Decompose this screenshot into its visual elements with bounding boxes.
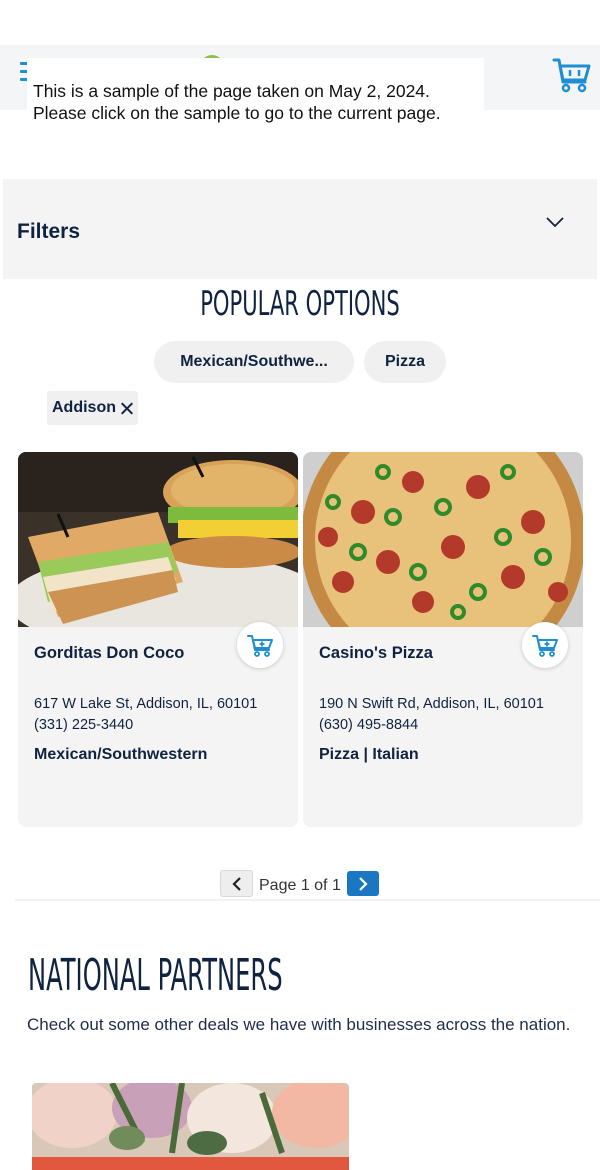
flowers-photo[interactable] (32, 1083, 349, 1170)
listing-phone[interactable]: (630) 495-8844 (319, 717, 418, 733)
sample-banner[interactable]: This is a sample of the page taken on Ma… (27, 58, 484, 123)
national-partners-description: Check out some other deals we have with … (27, 1015, 571, 1034)
listing-card[interactable]: Casino's Pizza 190 N Swift Rd, Addison, … (303, 452, 583, 827)
listing-address: 190 N Swift Rd, Addison, IL, 60101 (319, 696, 544, 712)
popular-options-title: POPULAR OPTIONS (200, 284, 400, 324)
banner-line-2: Please click on the sample to go to the … (33, 103, 441, 123)
banner-line-1: This is a sample of the page taken on Ma… (33, 81, 430, 101)
listing-phone[interactable]: (331) 225-3440 (34, 717, 133, 733)
listing-address: 617 W Lake St, Addison, IL, 60101 (34, 696, 258, 712)
add-to-cart-button[interactable] (237, 622, 283, 668)
national-partners-title: NATIONAL PARTNERS (28, 950, 283, 1001)
listing-name[interactable]: Gorditas Don Coco (34, 644, 184, 663)
chevron-left-icon (231, 876, 241, 891)
filters-panel[interactable]: Filters (3, 179, 597, 279)
option-pill-pizza[interactable]: Pizza (364, 341, 446, 383)
divider (15, 899, 600, 901)
listing-category: Pizza | Italian (319, 746, 419, 763)
previous-page-button[interactable] (220, 870, 253, 897)
listing-card[interactable]: Gorditas Don Coco 617 W Lake St, Addison… (18, 452, 298, 827)
listing-name[interactable]: Casino's Pizza (319, 644, 433, 663)
next-page-button[interactable] (347, 871, 379, 896)
chevron-down-icon[interactable] (545, 215, 565, 229)
shopping-basket-icon[interactable] (552, 56, 592, 94)
active-filter-chip[interactable]: Addison (47, 391, 138, 425)
add-to-cart-button[interactable] (522, 622, 568, 668)
pizza-photo[interactable] (303, 452, 583, 627)
active-filter-label: Addison (52, 399, 116, 416)
add-to-cart-icon (247, 635, 273, 657)
chevron-right-icon (359, 876, 368, 891)
add-to-cart-icon (532, 635, 558, 657)
option-pill-mexican[interactable]: Mexican/Southwe... (154, 341, 354, 383)
page-indicator: Page 1 of 1 (259, 877, 341, 894)
listing-category: Mexican/Southwestern (34, 746, 208, 763)
close-icon[interactable] (121, 402, 133, 414)
sandwich-photo[interactable] (18, 452, 298, 627)
filters-label: Filters (17, 220, 81, 243)
